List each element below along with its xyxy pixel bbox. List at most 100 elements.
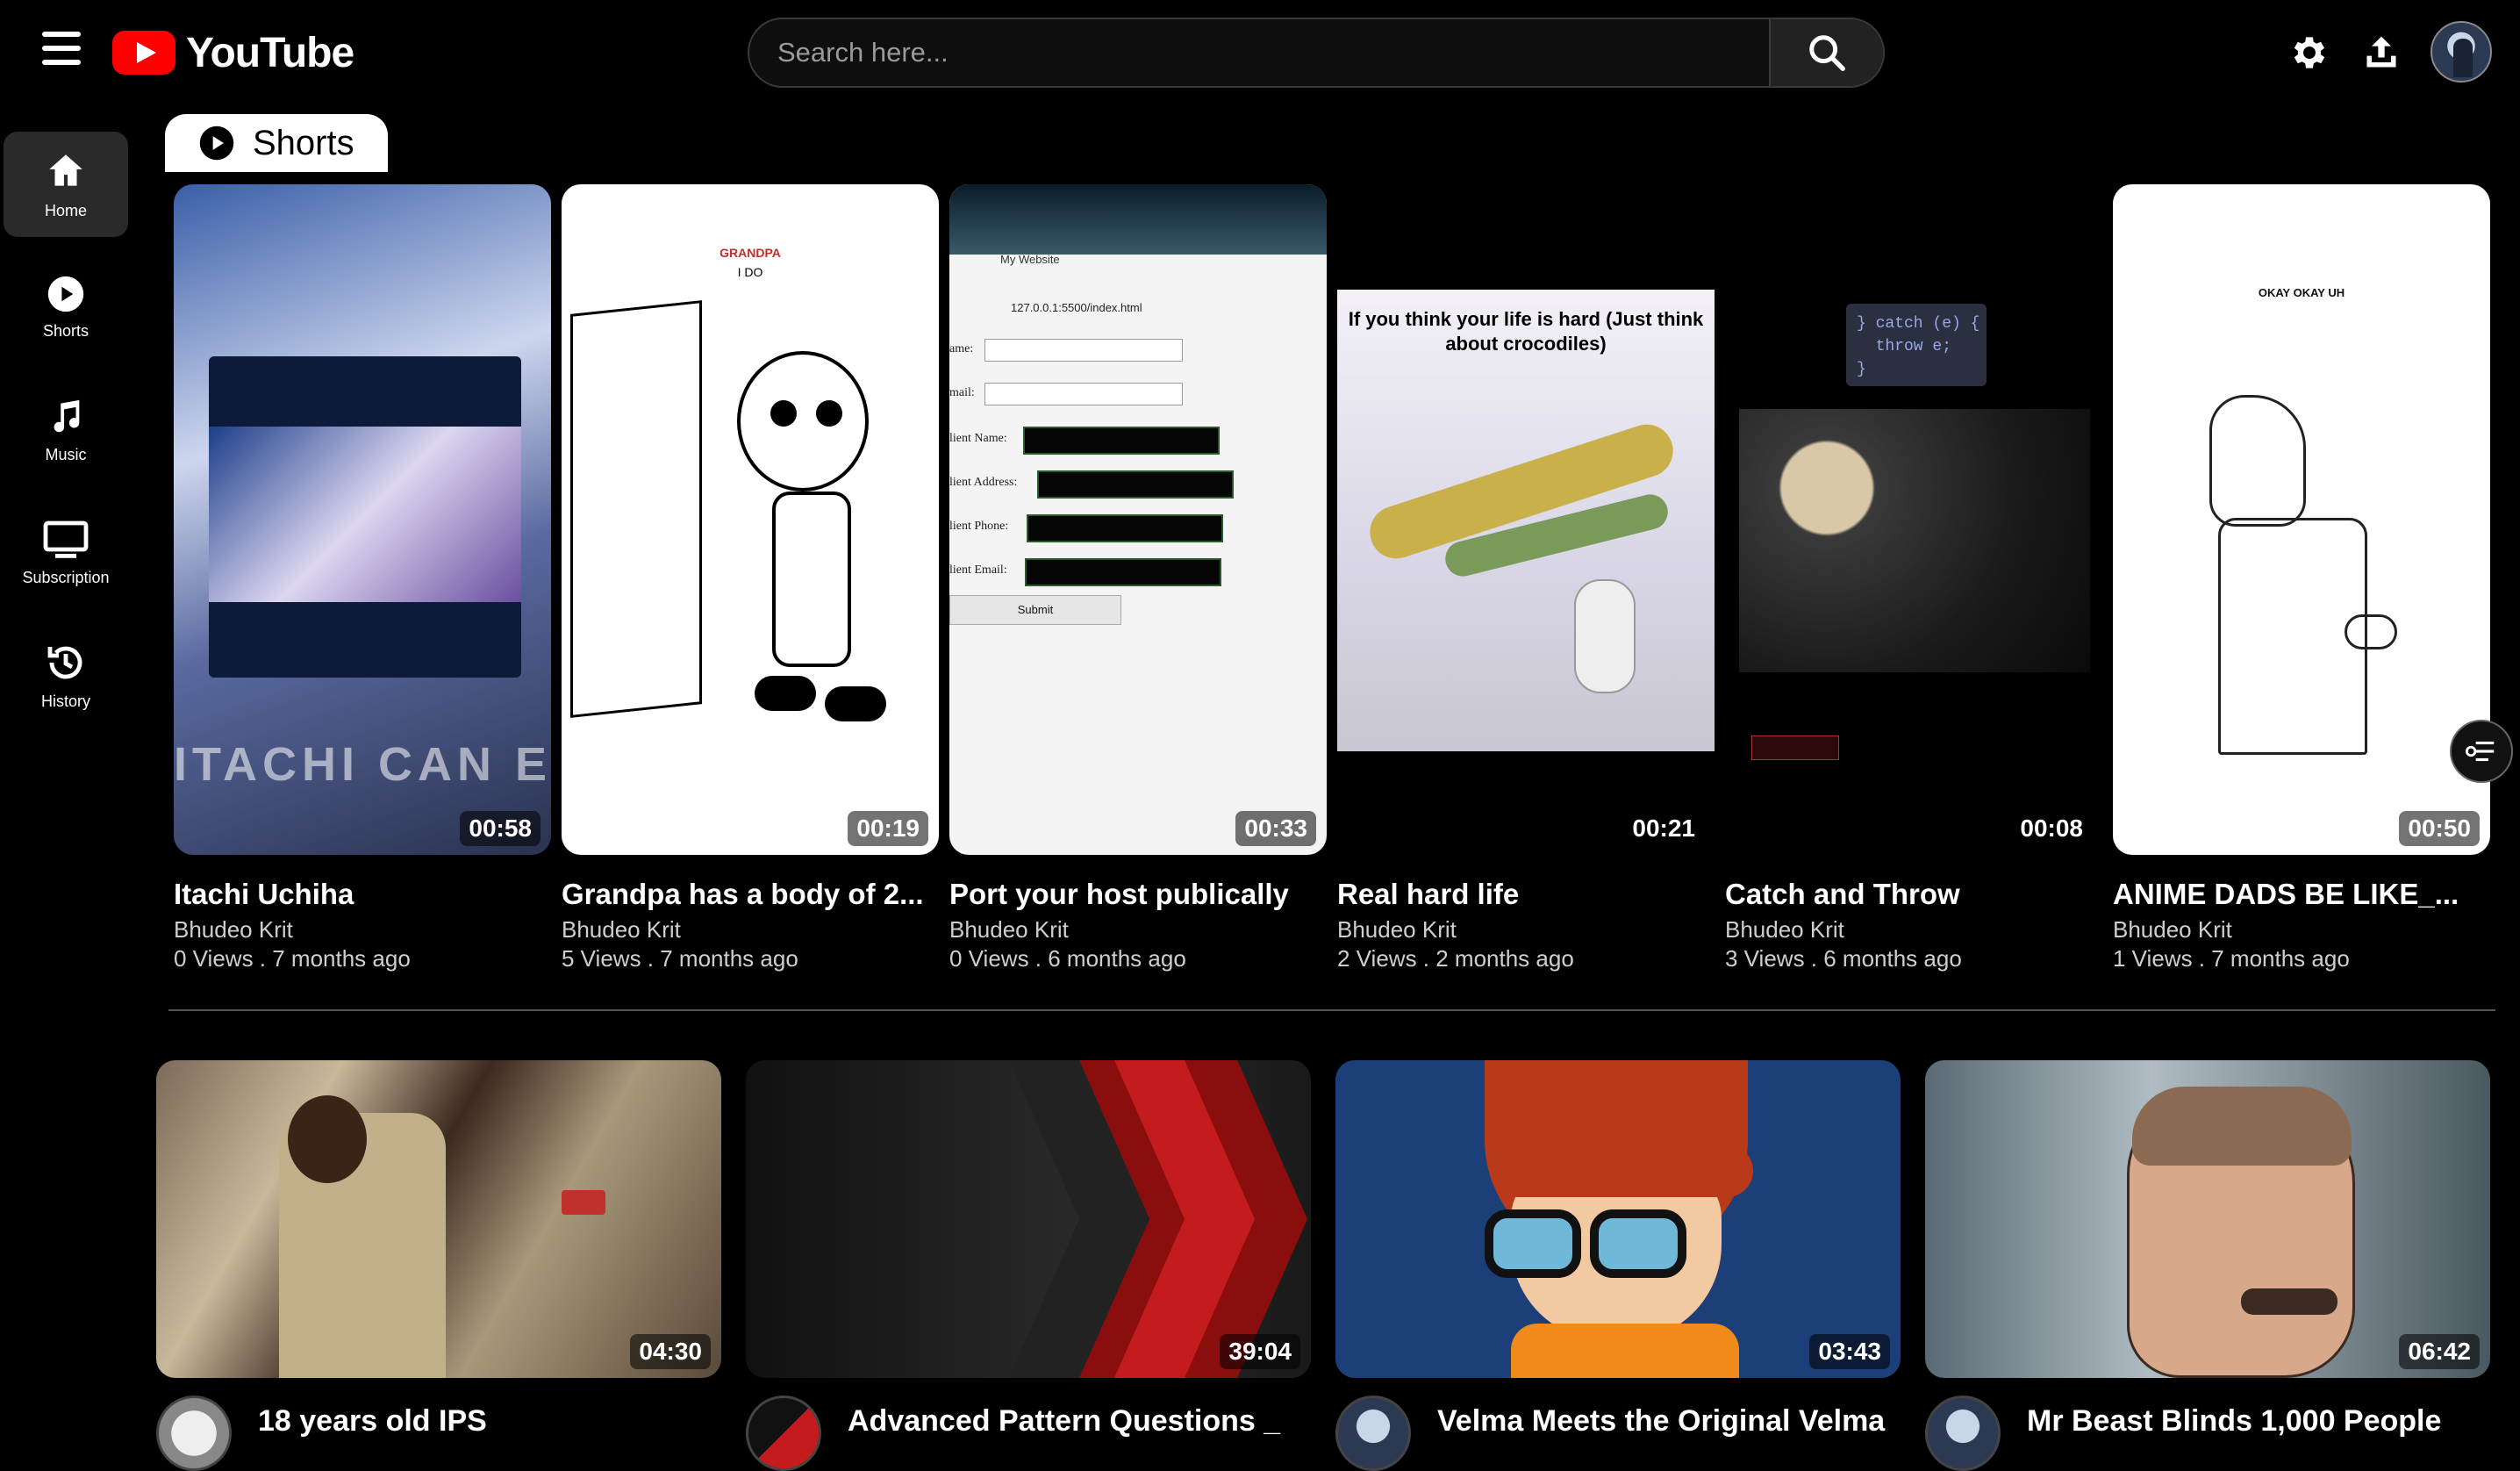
channel-name[interactable]: Bhudeo Krit — [562, 916, 939, 944]
avatar[interactable] — [2431, 21, 2492, 83]
search-button[interactable] — [1769, 19, 1883, 86]
short-title[interactable]: Catch and Throw — [1725, 878, 2102, 911]
short-thumbnail[interactable]: GRANDPA I DO 00:19 — [562, 184, 939, 855]
browser-bar — [949, 184, 1327, 255]
channel-avatar[interactable] — [746, 1396, 821, 1471]
video-card[interactable]: 06:42 Mr Beast Blinds 1,000 People — [1925, 1060, 2490, 1471]
duration-badge: 06:42 — [2399, 1334, 2480, 1369]
music-icon — [54, 399, 80, 432]
short-title[interactable]: Port your host publically — [949, 878, 1327, 911]
youtube-play-icon — [112, 31, 175, 75]
tv-icon — [43, 520, 89, 558]
gear-icon — [2294, 37, 2325, 68]
video-thumbnail[interactable]: 06:42 — [1925, 1060, 2490, 1378]
form-field-label: ame: — [949, 342, 974, 355]
duration-badge: 00:19 — [848, 811, 928, 846]
short-card[interactable]: OKAY OKAY UH 00:50 ANIME DADS BE LIKE_..… — [2113, 184, 2490, 972]
short-title[interactable]: Real hard life — [1337, 878, 1715, 911]
browser-tab-label: My Website — [1000, 253, 1060, 266]
short-card[interactable]: GRANDPA I DO 00:19 Grandpa has a body of… — [562, 184, 939, 972]
crocodile-image: If you think your life is hard (Just thi… — [1337, 290, 1715, 751]
search-input[interactable] — [749, 19, 1769, 86]
channel-name[interactable]: Bhudeo Krit — [174, 916, 551, 944]
form-field-label: mail: — [949, 386, 975, 399]
shorts-row: ITACHI CAN EVE 00:58 Itachi Uchiha Bhude… — [174, 184, 2490, 974]
short-title[interactable]: ANIME DADS BE LIKE_... — [2113, 878, 2490, 911]
sidebar-item-shorts[interactable]: Shorts — [4, 255, 128, 360]
video-thumbnail[interactable]: 03:43 — [1335, 1060, 1901, 1378]
channel-name[interactable]: Bhudeo Krit — [1337, 916, 1715, 944]
short-thumbnail[interactable]: ITACHI CAN EVE 00:58 — [174, 184, 551, 855]
search-bar — [748, 18, 1885, 88]
character-drawing — [2209, 395, 2306, 527]
short-thumbnail[interactable]: If you think your life is hard (Just thi… — [1337, 184, 1715, 855]
playlist-icon — [2465, 741, 2495, 762]
channel-avatar[interactable] — [156, 1396, 232, 1471]
thumb-caption: I DO — [737, 265, 763, 279]
search-icon — [1809, 35, 1845, 71]
short-card[interactable]: } catch (e) { throw e; } 00:08 Catch and… — [1725, 184, 2102, 972]
duration-badge: 04:30 — [630, 1334, 711, 1369]
tab-shorts[interactable]: Shorts — [165, 114, 388, 172]
channel-name[interactable]: Bhudeo Krit — [2113, 916, 2490, 944]
short-thumbnail[interactable]: OKAY OKAY UH 00:50 — [2113, 184, 2490, 855]
thumb-caption: ITACHI CAN EVE — [174, 738, 551, 791]
short-title[interactable]: Itachi Uchiha — [174, 878, 551, 911]
queue-button[interactable] — [2450, 720, 2513, 783]
form-field-label: lient Address: — [949, 476, 1018, 489]
tweet-card — [209, 356, 521, 678]
duration-badge: 00:08 — [2020, 814, 2083, 842]
logo-text: YouTube — [186, 29, 354, 76]
video-thumbnail[interactable]: 39:04 — [746, 1060, 1311, 1378]
short-card[interactable]: If you think your life is hard (Just thi… — [1337, 184, 1715, 972]
browser-url: 127.0.0.1:5500/index.html — [1011, 301, 1142, 314]
sidebar: Home Shorts Music Subscription History — [0, 132, 128, 746]
video-title[interactable]: Mr Beast Blinds 1,000 People — [2027, 1404, 2441, 1439]
duration-badge: 00:50 — [2399, 811, 2480, 846]
short-meta: 0 Views . 7 months ago — [174, 945, 411, 972]
channel-name[interactable]: Bhudeo Krit — [949, 916, 1327, 944]
youtube-logo[interactable]: YouTube — [112, 28, 354, 77]
form-field-label: lient Name: — [949, 432, 1007, 445]
channel-avatar[interactable] — [1925, 1396, 2001, 1471]
menu-icon[interactable] — [39, 32, 88, 74]
thumb-caption: GRANDPA — [719, 246, 781, 260]
shorts-icon — [47, 276, 84, 312]
short-thumbnail[interactable]: } catch (e) { throw e; } 00:08 — [1725, 184, 2102, 855]
sidebar-item-music[interactable]: Music — [4, 377, 128, 483]
video-title[interactable]: Velma Meets the Original Velma — [1437, 1404, 1885, 1439]
sidebar-item-subscription[interactable]: Subscription — [4, 500, 128, 606]
fridge-drawing — [570, 300, 702, 718]
upload-button[interactable] — [2353, 25, 2409, 81]
duration-badge: 00:21 — [1632, 814, 1695, 842]
video-card[interactable]: 04:30 18 years old IPS — [156, 1060, 721, 1471]
code-snippet: } catch (e) { throw e; } — [1846, 304, 1987, 386]
video-thumbnail[interactable]: 04:30 — [156, 1060, 721, 1378]
short-thumbnail[interactable]: My Website 127.0.0.1:5500/index.html ame… — [949, 184, 1327, 855]
short-card[interactable]: My Website 127.0.0.1:5500/index.html ame… — [949, 184, 1327, 972]
short-title[interactable]: Grandpa has a body of 2... — [562, 878, 939, 911]
sidebar-item-label: Home — [44, 201, 87, 219]
video-title[interactable]: 18 years old IPS — [258, 1404, 487, 1439]
video-frame — [1739, 409, 2090, 672]
sidebar-item-label: Music — [45, 445, 87, 463]
video-title[interactable]: Advanced Pattern Questions _ — [848, 1404, 1280, 1439]
short-meta: 3 Views . 6 months ago — [1725, 945, 1962, 972]
sidebar-item-history[interactable]: History — [4, 623, 128, 728]
video-card[interactable]: 03:43 Velma Meets the Original Velma — [1335, 1060, 1901, 1471]
sidebar-item-label: Shorts — [42, 321, 89, 340]
duration-badge: 39:04 — [1220, 1334, 1300, 1369]
settings-button[interactable] — [2281, 25, 2337, 81]
channel-avatar[interactable] — [1335, 1396, 1411, 1471]
sidebar-item-home[interactable]: Home — [4, 132, 128, 237]
short-meta: 2 Views . 2 months ago — [1337, 945, 1574, 972]
channel-name[interactable]: Bhudeo Krit — [1725, 916, 2102, 944]
video-card[interactable]: 39:04 Advanced Pattern Questions _ — [746, 1060, 1311, 1471]
sidebar-item-label: Subscription — [22, 568, 110, 586]
home-icon — [49, 154, 82, 186]
form-submit-button: Submit — [949, 595, 1121, 625]
sidebar-item-label: History — [40, 692, 90, 710]
character-drawing — [737, 351, 869, 492]
duration-badge: 03:43 — [1809, 1334, 1890, 1369]
short-card[interactable]: ITACHI CAN EVE 00:58 Itachi Uchiha Bhude… — [174, 184, 551, 972]
